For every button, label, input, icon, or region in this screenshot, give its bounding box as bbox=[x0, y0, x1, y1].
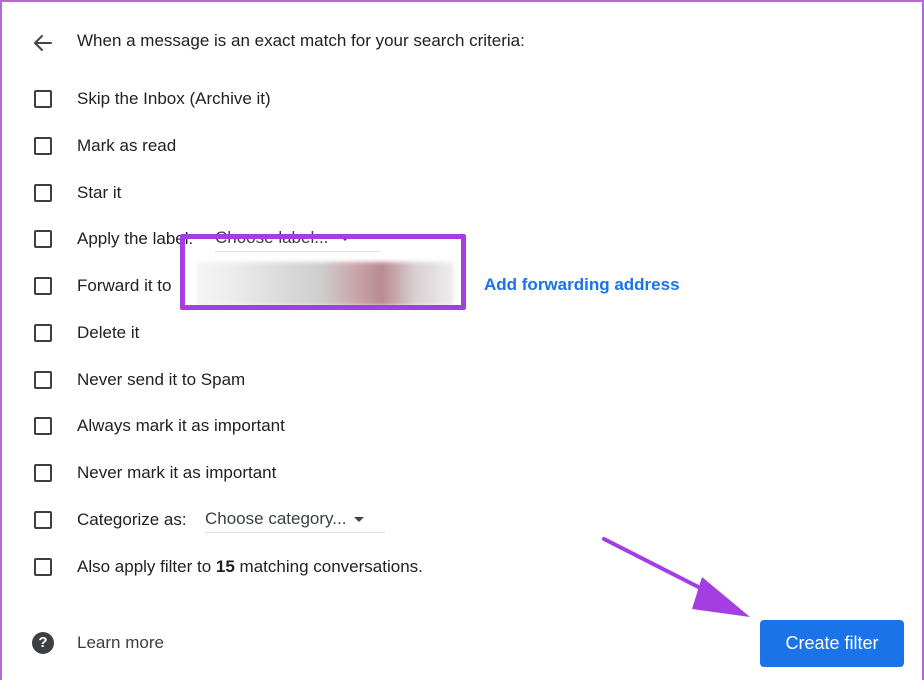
option-never-spam: Never send it to Spam bbox=[0, 365, 924, 395]
option-never-important: Never mark it as important bbox=[0, 458, 924, 488]
add-forwarding-address-link[interactable]: Add forwarding address bbox=[484, 275, 680, 295]
chevron-down-icon bbox=[354, 517, 365, 523]
categorize-label: Categorize as: bbox=[77, 510, 187, 529]
also-apply-suffix: matching conversations. bbox=[234, 557, 423, 576]
help-icon[interactable]: ? bbox=[32, 632, 54, 654]
apply-label-label: Apply the label: bbox=[77, 229, 194, 248]
star-checkbox[interactable] bbox=[34, 184, 52, 202]
forward-checkbox[interactable] bbox=[34, 277, 52, 295]
never-important-label: Never mark it as important bbox=[77, 463, 277, 482]
learn-more-link[interactable]: Learn more bbox=[77, 633, 164, 653]
option-delete: Delete it bbox=[0, 318, 924, 348]
never-spam-checkbox[interactable] bbox=[34, 371, 52, 389]
skip-inbox-label: Skip the Inbox (Archive it) bbox=[77, 89, 271, 108]
category-select-value: Choose category... bbox=[205, 509, 347, 528]
option-forward: Forward it to Add forwarding address bbox=[0, 234, 924, 310]
criteria-heading: When a message is an exact match for you… bbox=[77, 31, 525, 50]
also-apply-checkbox[interactable] bbox=[34, 558, 52, 576]
option-star: Star it bbox=[0, 178, 924, 208]
categorize-checkbox[interactable] bbox=[34, 511, 52, 529]
apply-label-checkbox[interactable] bbox=[34, 230, 52, 248]
mark-read-checkbox[interactable] bbox=[34, 137, 52, 155]
annotation-highlight-box bbox=[180, 234, 466, 310]
always-important-label: Always mark it as important bbox=[77, 416, 285, 435]
never-important-checkbox[interactable] bbox=[34, 464, 52, 482]
always-important-checkbox[interactable] bbox=[34, 417, 52, 435]
matching-count: 15 bbox=[215, 557, 235, 576]
delete-label: Delete it bbox=[77, 323, 140, 342]
option-always-important: Always mark it as important bbox=[0, 411, 924, 441]
forward-label: Forward it to bbox=[77, 276, 172, 295]
option-skip-inbox: Skip the Inbox (Archive it) bbox=[0, 84, 924, 114]
annotation-arrow-icon bbox=[602, 537, 750, 617]
skip-inbox-checkbox[interactable] bbox=[34, 90, 52, 108]
never-spam-label: Never send it to Spam bbox=[77, 370, 246, 389]
category-select[interactable]: Choose category... bbox=[205, 509, 385, 533]
star-label: Star it bbox=[77, 183, 122, 202]
mark-read-label: Mark as read bbox=[77, 136, 177, 155]
also-apply-label: Also apply filter to 15 matching convers… bbox=[77, 557, 423, 577]
option-categorize: Categorize as: Choose category... bbox=[0, 505, 924, 535]
delete-checkbox[interactable] bbox=[34, 324, 52, 342]
back-arrow-icon[interactable] bbox=[30, 30, 56, 56]
option-also-apply: Also apply filter to 15 matching convers… bbox=[0, 552, 924, 582]
also-apply-prefix: Also apply filter to bbox=[77, 557, 216, 576]
option-mark-read: Mark as read bbox=[0, 131, 924, 161]
create-filter-button[interactable]: Create filter bbox=[760, 620, 904, 667]
